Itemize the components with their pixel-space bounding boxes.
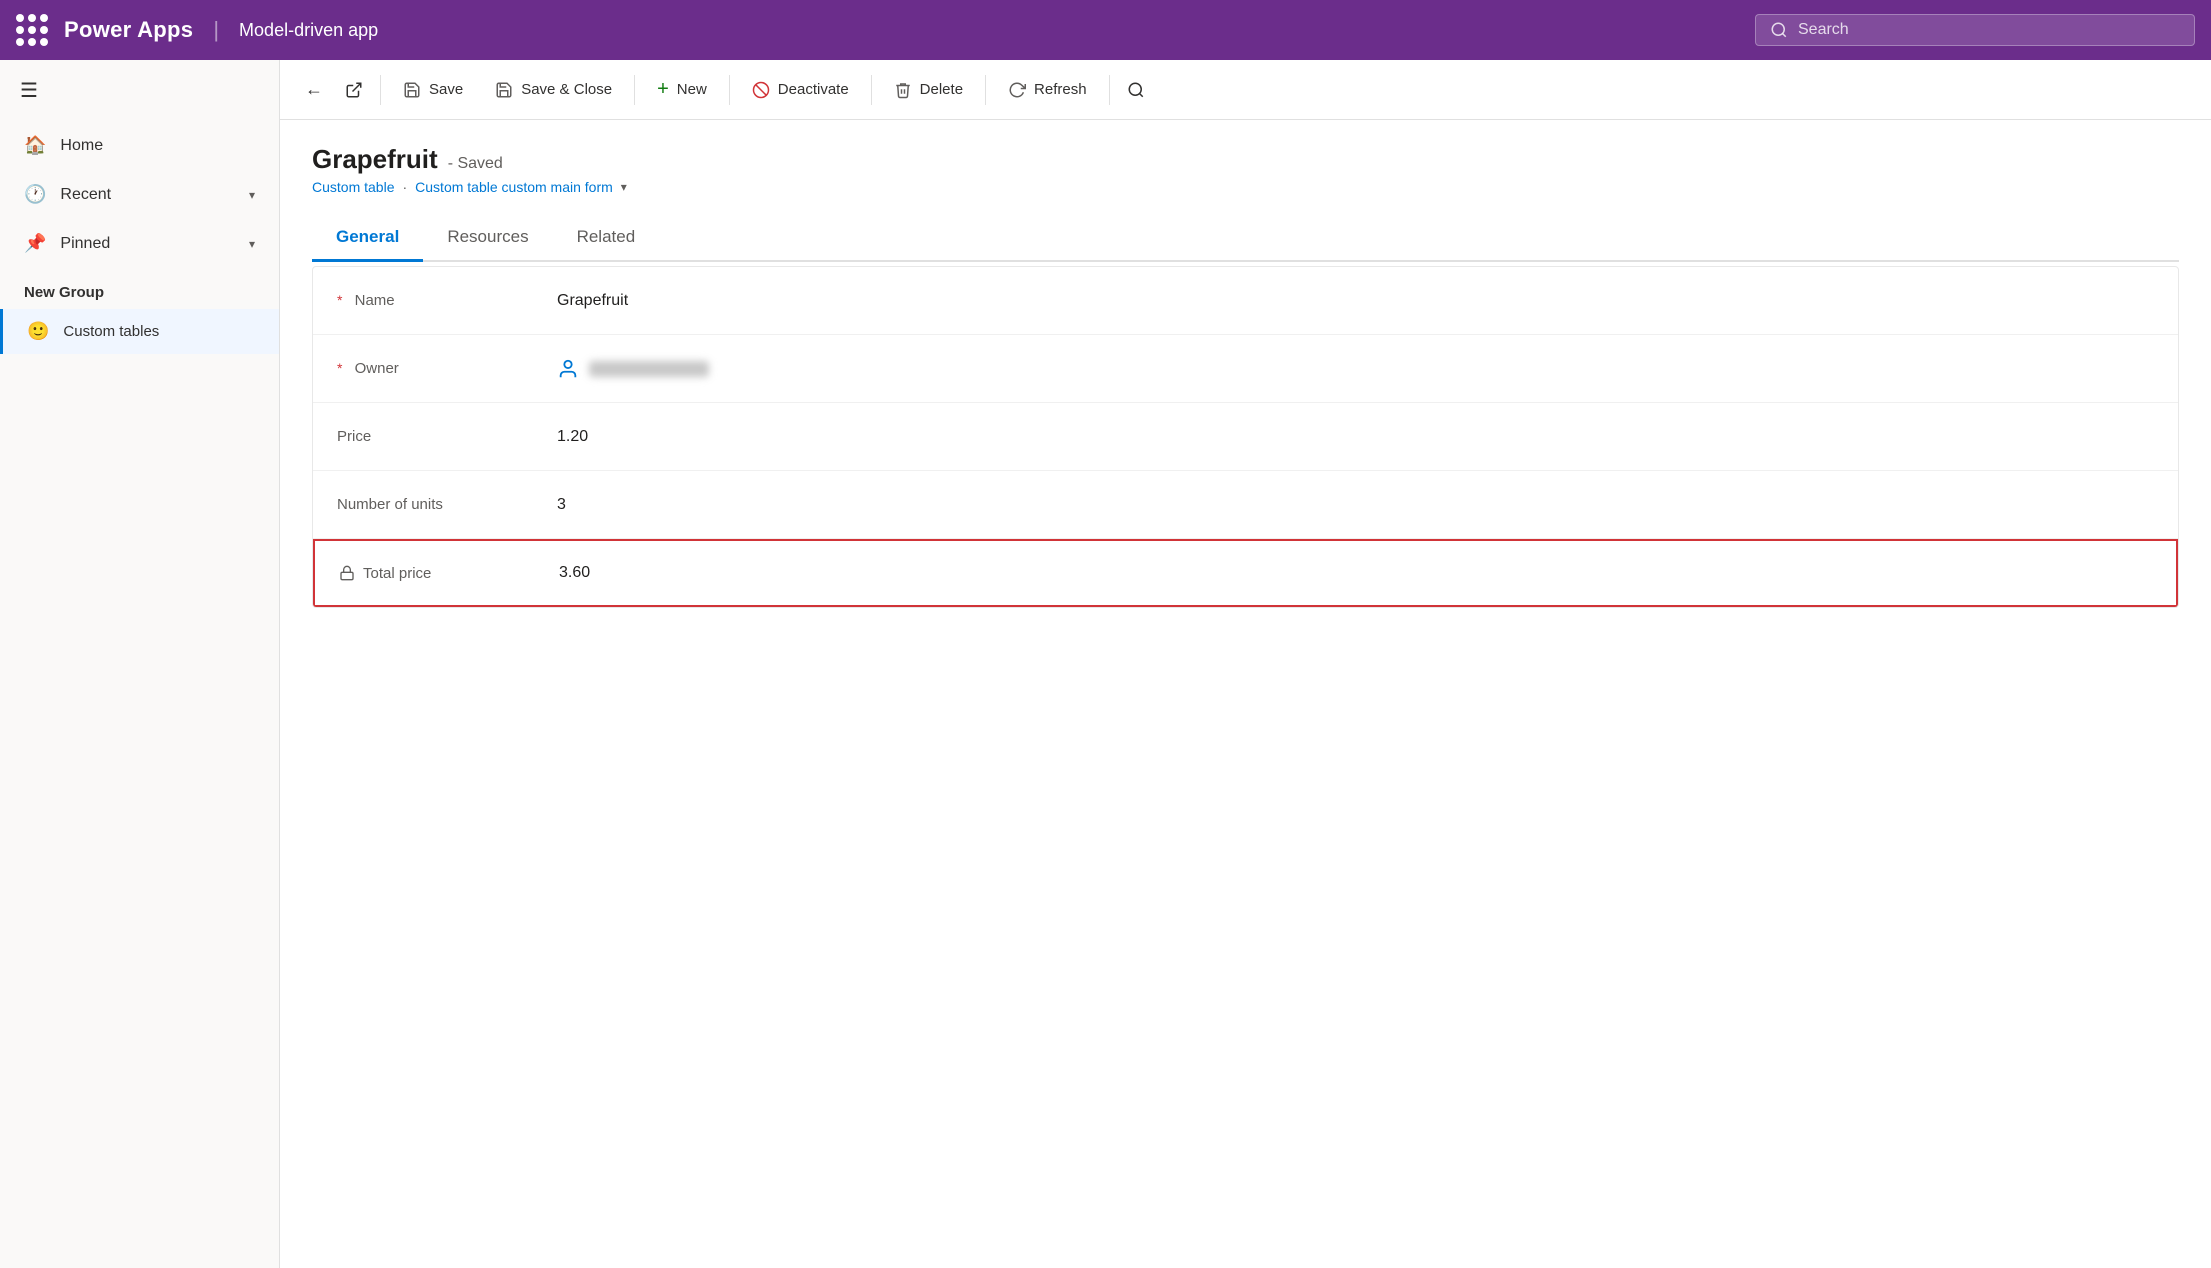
deactivate-button[interactable]: Deactivate xyxy=(738,73,863,107)
refresh-button-label: Refresh xyxy=(1034,81,1087,98)
field-total-price-value: 3.60 xyxy=(559,564,590,582)
search-bar[interactable] xyxy=(1755,14,2195,46)
lock-icon xyxy=(339,565,355,581)
page-title: Grapefruit xyxy=(312,144,438,175)
save-close-icon xyxy=(495,81,513,99)
toolbar-divider-2 xyxy=(634,75,635,105)
page-title-row: Grapefruit - Saved xyxy=(312,144,2179,175)
recent-icon: 🕐 xyxy=(24,184,46,205)
chevron-down-icon-pinned: ▾ xyxy=(249,237,255,251)
total-price-label-with-icon: Total price xyxy=(339,565,559,582)
external-link-icon xyxy=(345,81,363,99)
save-close-button-label: Save & Close xyxy=(521,81,612,98)
field-name-row: * Name Grapefruit xyxy=(313,267,2178,335)
page-content: Grapefruit - Saved Custom table · Custom… xyxy=(280,120,2211,1268)
breadcrumb-form: Custom table custom main form xyxy=(415,179,613,195)
breadcrumb-table: Custom table xyxy=(312,179,394,195)
sidebar-item-pinned[interactable]: 📌 Pinned ▾ xyxy=(0,219,279,268)
sidebar-section-header: New Group xyxy=(0,268,279,309)
field-units-value[interactable]: 3 xyxy=(557,496,566,514)
toolbar: ← Save Save & Close + xyxy=(280,60,2211,120)
search-input[interactable] xyxy=(1798,21,2180,39)
saved-badge: - Saved xyxy=(448,155,503,173)
deactivate-icon xyxy=(752,81,770,99)
custom-tables-emoji: 🙂 xyxy=(27,321,49,342)
back-button[interactable]: ← xyxy=(296,72,332,108)
refresh-button[interactable]: Refresh xyxy=(994,73,1101,107)
pin-icon: 📌 xyxy=(24,233,46,254)
hamburger-menu-button[interactable]: ☰ xyxy=(0,60,279,121)
save-button[interactable]: Save xyxy=(389,73,477,107)
field-price-row: Price 1.20 xyxy=(313,403,2178,471)
toolbar-divider-6 xyxy=(1109,75,1110,105)
tabs: General Resources Related xyxy=(312,215,2179,262)
hamburger-icon: ☰ xyxy=(20,78,38,103)
sidebar-custom-tables-label: Custom tables xyxy=(63,323,159,340)
required-indicator-owner: * xyxy=(337,360,342,376)
sidebar: ☰ 🏠 Home 🕐 Recent ▾ 📌 Pinned ▾ New Group… xyxy=(0,60,280,1268)
content-area: ← Save Save & Close + xyxy=(280,60,2211,1268)
breadcrumb[interactable]: Custom table · Custom table custom main … xyxy=(312,179,2179,195)
field-total-price-label: Total price xyxy=(339,565,559,582)
tab-general[interactable]: General xyxy=(312,215,423,262)
field-units-label: Number of units xyxy=(337,496,557,513)
refresh-icon xyxy=(1008,81,1026,99)
save-icon xyxy=(403,81,421,99)
form-section: * Name Grapefruit * Owner xyxy=(312,266,2179,608)
home-icon: 🏠 xyxy=(24,135,46,156)
tab-resources[interactable]: Resources xyxy=(423,215,552,262)
sidebar-item-home[interactable]: 🏠 Home xyxy=(0,121,279,170)
save-close-button[interactable]: Save & Close xyxy=(481,73,626,107)
toolbar-divider-3 xyxy=(729,75,730,105)
delete-icon xyxy=(894,81,912,99)
required-indicator: * xyxy=(337,292,342,308)
search-records-button[interactable] xyxy=(1118,72,1154,108)
field-name-value[interactable]: Grapefruit xyxy=(557,292,628,310)
page-header: Grapefruit - Saved Custom table · Custom… xyxy=(312,144,2179,195)
field-owner-row: * Owner xyxy=(313,335,2178,403)
top-bar: Power Apps | Model-driven app xyxy=(0,0,2211,60)
owner-name-blurred xyxy=(589,361,709,377)
search-icon xyxy=(1770,21,1788,39)
field-units-row: Number of units 3 xyxy=(313,471,2178,539)
field-total-price-row: Total price 3.60 xyxy=(313,539,2178,607)
tab-related[interactable]: Related xyxy=(553,215,660,262)
top-bar-divider: | xyxy=(213,17,219,43)
sidebar-home-label: Home xyxy=(60,137,255,155)
save-button-label: Save xyxy=(429,81,463,98)
plus-icon: + xyxy=(657,78,669,101)
sidebar-item-custom-tables[interactable]: 🙂 Custom tables xyxy=(0,309,279,354)
field-name-label: * Name xyxy=(337,292,557,309)
open-record-button[interactable] xyxy=(336,72,372,108)
brand-name: Power Apps xyxy=(64,17,193,43)
new-button-label: New xyxy=(677,81,707,98)
sidebar-recent-label: Recent xyxy=(60,186,235,204)
new-button[interactable]: + New xyxy=(643,70,721,109)
deactivate-button-label: Deactivate xyxy=(778,81,849,98)
app-launcher-button[interactable] xyxy=(16,14,48,46)
search-records-icon xyxy=(1127,81,1145,99)
breadcrumb-separator: · xyxy=(402,179,407,195)
breadcrumb-chevron-icon: ▾ xyxy=(621,180,627,194)
sidebar-pinned-label: Pinned xyxy=(60,235,235,253)
chevron-down-icon: ▾ xyxy=(249,188,255,202)
delete-button[interactable]: Delete xyxy=(880,73,977,107)
delete-button-label: Delete xyxy=(920,81,963,98)
person-icon xyxy=(557,358,579,380)
field-price-value[interactable]: 1.20 xyxy=(557,428,588,446)
toolbar-divider-5 xyxy=(985,75,986,105)
toolbar-divider-1 xyxy=(380,75,381,105)
main-layout: ☰ 🏠 Home 🕐 Recent ▾ 📌 Pinned ▾ New Group… xyxy=(0,60,2211,1268)
sidebar-item-recent[interactable]: 🕐 Recent ▾ xyxy=(0,170,279,219)
toolbar-divider-4 xyxy=(871,75,872,105)
field-owner-value[interactable] xyxy=(557,358,709,380)
field-price-label: Price xyxy=(337,428,557,445)
model-app-label: Model-driven app xyxy=(239,20,378,41)
field-owner-label: * Owner xyxy=(337,360,557,377)
